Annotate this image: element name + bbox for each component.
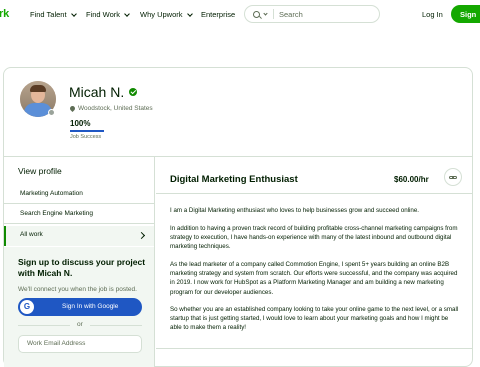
profile-location: Woodstock, United States bbox=[68, 104, 153, 113]
search-input[interactable]: Search bbox=[244, 5, 380, 23]
or-label: or bbox=[77, 321, 83, 328]
nav-find-work-label: Find Work bbox=[86, 10, 121, 19]
profile-name-text: Micah N. bbox=[69, 84, 125, 100]
online-status-dot bbox=[48, 109, 55, 116]
nav-enterprise[interactable]: Enterprise bbox=[201, 10, 235, 19]
profile-title: Digital Marketing Enthusiast bbox=[170, 174, 298, 185]
verified-icon bbox=[129, 88, 138, 96]
nav-find-work[interactable]: Find Work bbox=[86, 10, 130, 19]
signup-cta: Sign up to discuss your project with Mic… bbox=[4, 247, 154, 367]
job-success-bar bbox=[70, 130, 104, 132]
sidebar-divider bbox=[4, 223, 155, 224]
email-field[interactable]: Work Email Address bbox=[18, 335, 142, 353]
overview-paragraph: As the lead marketer of a company called… bbox=[170, 261, 458, 296]
chevron-down-icon bbox=[124, 10, 130, 17]
google-icon: G bbox=[20, 300, 34, 314]
nav-why-upwork-label: Why Upwork bbox=[140, 10, 183, 19]
nav-why-upwork[interactable]: Why Upwork bbox=[140, 10, 193, 19]
top-nav: rk Find Talent Find Work Why Upwork Ente… bbox=[0, 0, 480, 30]
sidebar: View profile Marketing Automation Search… bbox=[4, 157, 155, 367]
chevron-down-icon bbox=[186, 10, 193, 17]
search-placeholder: Search bbox=[279, 9, 303, 19]
overview-paragraph: So whether you are an established compan… bbox=[170, 306, 459, 332]
nav-find-talent-label: Find Talent bbox=[30, 10, 67, 19]
title-divider bbox=[156, 193, 472, 194]
nav-enterprise-label: Enterprise bbox=[201, 10, 236, 19]
chevron-down-icon bbox=[70, 10, 77, 17]
upwork-logo[interactable]: rk bbox=[0, 8, 9, 20]
sidebar-item-all-work[interactable]: All work bbox=[4, 226, 154, 246]
main-content: Digital Marketing Enthusiast $60.00/hr I… bbox=[156, 157, 472, 367]
profile-name: Micah N. bbox=[69, 84, 138, 100]
or-divider: or bbox=[18, 320, 142, 330]
search-icon bbox=[253, 10, 260, 18]
chevron-right-icon bbox=[137, 231, 146, 240]
sidebar-item-marketing-automation[interactable]: Marketing Automation bbox=[20, 190, 83, 197]
copy-link-button[interactable] bbox=[444, 168, 462, 186]
profile-card: Micah N. Woodstock, United States 100% J… bbox=[3, 67, 473, 367]
login-link[interactable]: Log In bbox=[422, 10, 443, 19]
job-success-label: Job Success bbox=[70, 134, 102, 140]
cta-title: Sign up to discuss your project with Mic… bbox=[18, 257, 146, 278]
view-profile-heading: View profile bbox=[18, 166, 62, 176]
hourly-rate: $60.00/hr bbox=[394, 175, 429, 184]
sidebar-item-search-engine-marketing[interactable]: Search Engine Marketing bbox=[20, 210, 93, 217]
signup-button[interactable]: Sign bbox=[451, 5, 480, 23]
overview-paragraph: I am a Digital Marketing enthusiast who … bbox=[170, 207, 420, 214]
location-pin-icon bbox=[68, 104, 77, 113]
google-signin-button[interactable]: G Sign In with Google bbox=[18, 298, 142, 316]
cta-subtitle: We'll connect you when the job is posted… bbox=[18, 286, 137, 293]
profile-location-text: Woodstock, United States bbox=[78, 105, 153, 112]
sidebar-item-all-work-label: All work bbox=[20, 231, 43, 238]
google-signin-label: Sign In with Google bbox=[62, 303, 119, 310]
search-divider bbox=[273, 9, 274, 19]
overview-paragraph: In addition to having a proven track rec… bbox=[170, 225, 458, 251]
nav-find-talent[interactable]: Find Talent bbox=[30, 10, 77, 19]
section-divider bbox=[156, 348, 472, 349]
sidebar-divider bbox=[4, 203, 155, 204]
chevron-down-icon[interactable] bbox=[263, 10, 268, 16]
job-success-value: 100% bbox=[70, 119, 91, 128]
